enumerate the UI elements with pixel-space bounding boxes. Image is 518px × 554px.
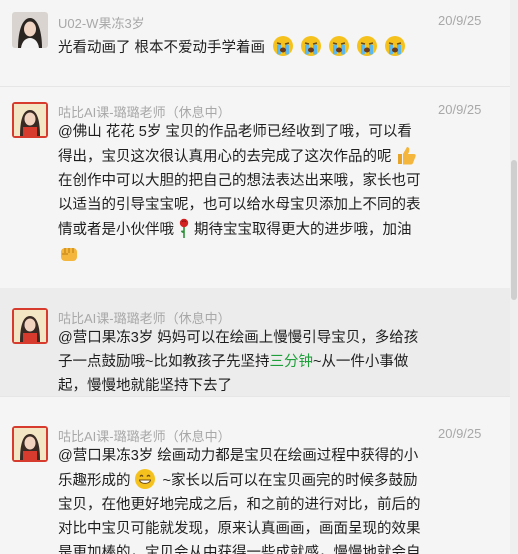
message-item: U02-W果冻3岁 20/9/25 光看动画了 根本不爱动手学着画	[0, 0, 510, 87]
chat-feed[interactable]: U02-W果冻3岁 20/9/25 光看动画了 根本不爱动手学着画 咕比AI课-…	[0, 0, 510, 554]
crying-face-icon	[384, 35, 406, 57]
scrollbar-thumb[interactable]	[511, 160, 517, 300]
sender-name: 咕比AI课-璐璐老师（休息中）	[58, 311, 231, 326]
avatar[interactable]	[12, 102, 48, 138]
crying-face-icon	[272, 35, 294, 57]
status-label: （休息中）	[165, 105, 231, 120]
crying-face-icon	[300, 35, 322, 57]
message-text: 光看动画了 根本不爱动手学着画	[58, 35, 458, 60]
message-item: 咕比AI课-璐璐老师（休息中） 20/9/25 @营口果冻3岁 绘画动力都是宝贝…	[0, 396, 510, 554]
fist-icon	[58, 242, 80, 264]
avatar[interactable]	[12, 308, 48, 344]
message-text: @营口果冻3岁 妈妈可以在绘画上慢慢引导宝贝，多给孩 子一点鼓励哦~比如教孩子先…	[58, 330, 419, 394]
message-text: @佛山 花花 5岁 宝贝的作品老师已经收到了哦，可以看 得出，宝贝这次很认真用心…	[58, 120, 498, 267]
sender-name: 咕比AI课-璐璐老师（休息中）	[58, 105, 231, 120]
grinning-face-icon	[134, 468, 156, 490]
avatar[interactable]	[12, 426, 48, 462]
message-item: 咕比AI课-璐璐老师（休息中） 20/9/25 @佛山 花花 5岁 宝贝的作品老…	[0, 86, 510, 289]
message-item: 咕比AI课-璐璐老师（休息中） @营口果冻3岁 妈妈可以在绘画上慢慢引导宝贝，多…	[0, 288, 510, 397]
rose-icon	[177, 217, 191, 238]
sender-name: 咕比AI课-璐璐老师（休息中）	[58, 429, 231, 444]
crying-face-icon	[328, 35, 350, 57]
message-date: 20/9/25	[438, 13, 482, 28]
scrollbar[interactable]	[510, 0, 518, 554]
avatar[interactable]	[12, 12, 48, 48]
message-text: @营口果冻3岁 绘画动力都是宝贝在绘画过程中获得的小 乐趣形成的 ~家长以后可以…	[58, 448, 421, 554]
sender-name: U02-W果冻3岁	[58, 16, 145, 31]
message-date: 20/9/25	[438, 102, 482, 117]
status-label: （休息中）	[165, 429, 231, 444]
thumbs-up-icon	[395, 144, 417, 166]
status-label: （休息中）	[165, 311, 231, 326]
highlight-text: 三分钟	[269, 354, 313, 370]
message-date: 20/9/25	[438, 426, 482, 441]
crying-face-icon	[356, 35, 378, 57]
